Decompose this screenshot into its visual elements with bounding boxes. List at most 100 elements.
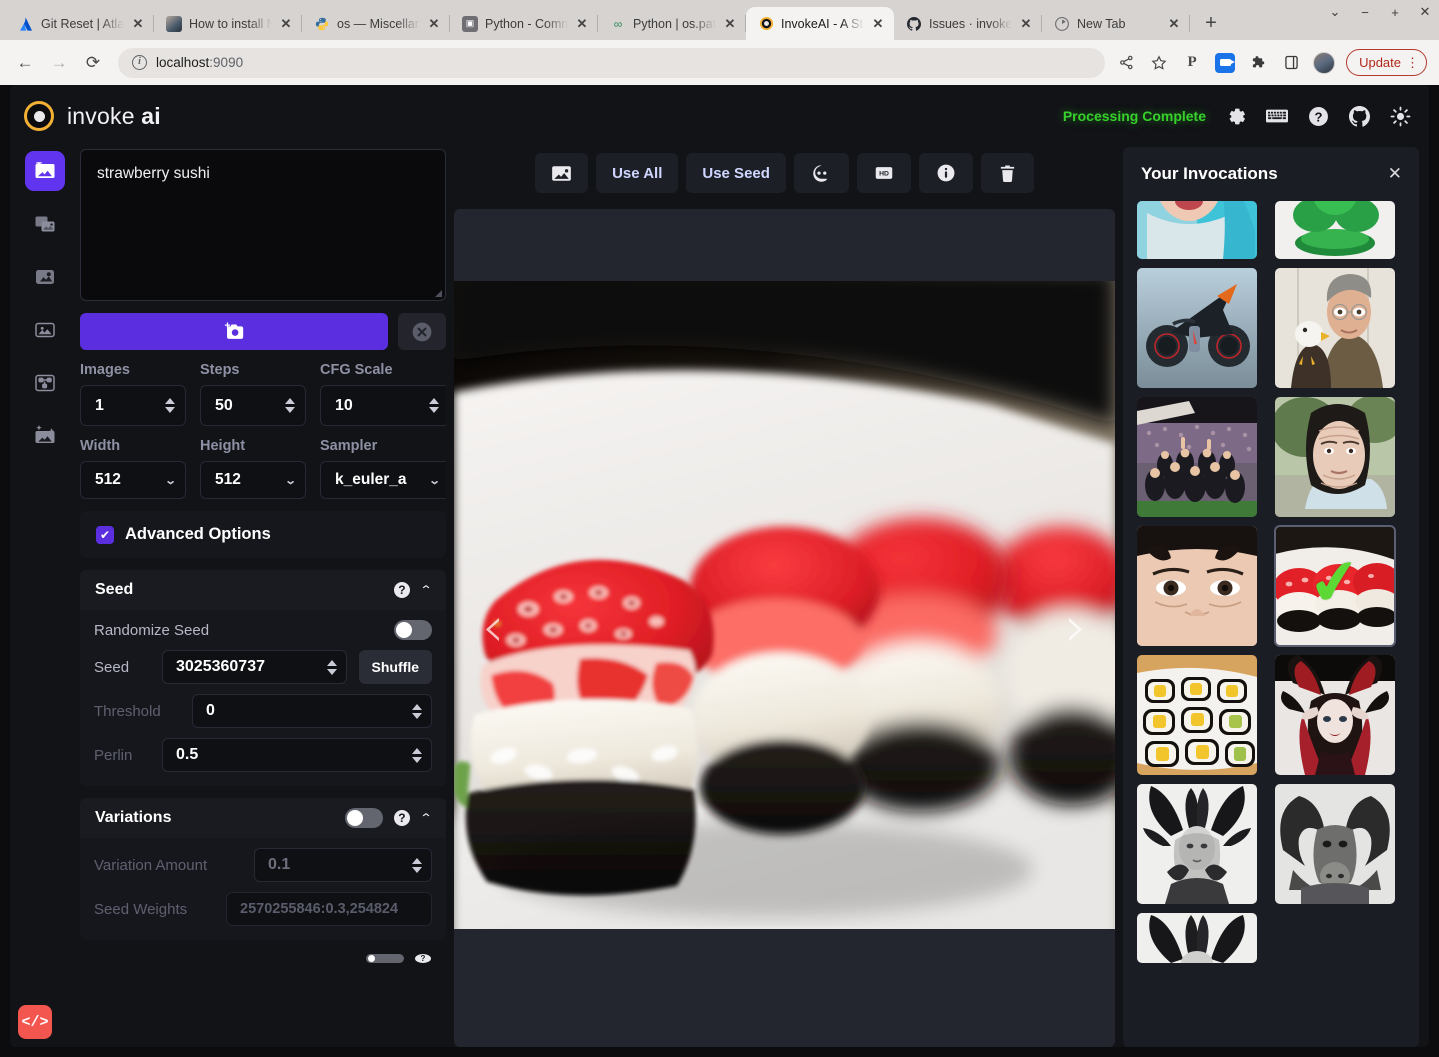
current-image[interactable] <box>454 281 1115 929</box>
site-info-icon[interactable]: i <box>132 55 147 70</box>
side-panel-icon[interactable] <box>1280 52 1302 74</box>
avatar[interactable] <box>1313 52 1335 74</box>
help-icon[interactable]: ? <box>394 582 410 598</box>
keyboard-icon[interactable] <box>1266 105 1288 127</box>
next-section-toggle[interactable] <box>366 954 404 963</box>
tab-close-icon[interactable]: ✕ <box>427 17 441 31</box>
height-select[interactable]: 512 ⌄ <box>200 461 306 499</box>
browser-tab-3[interactable]: ▣ Python - Comm ✕ <box>450 7 598 40</box>
back-button[interactable]: ← <box>10 48 40 78</box>
browser-tab-2[interactable]: os — Miscellane ✕ <box>302 7 450 40</box>
thumb-asian-man-face[interactable] <box>1137 526 1257 646</box>
browser-tab-1[interactable]: How to install N ✕ <box>154 7 302 40</box>
reload-button[interactable]: ⟳ <box>78 48 108 78</box>
puzzle-icon[interactable] <box>1247 52 1269 74</box>
embed-code-button[interactable]: </> <box>18 1005 52 1039</box>
width-select[interactable]: 512 ⌄ <box>80 461 186 499</box>
tab-close-icon[interactable]: ✕ <box>575 17 589 31</box>
steps-input[interactable]: 50 <box>200 385 306 426</box>
thumb-portrait-woman-chrome[interactable] <box>1137 201 1257 259</box>
help-icon[interactable]: ? <box>394 810 410 826</box>
cfg-scale-stepper[interactable] <box>429 398 439 413</box>
shuffle-seed-button[interactable]: Shuffle <box>359 650 432 684</box>
thumb-horned-sketch-partial[interactable] <box>1137 913 1257 963</box>
close-window-button[interactable]: ✕ <box>1417 4 1433 20</box>
tab-close-icon[interactable]: ✕ <box>1167 17 1181 31</box>
browser-tab-7[interactable]: New Tab ✕ <box>1042 7 1190 40</box>
images-input[interactable]: 1 <box>80 385 186 426</box>
browser-tab-4[interactable]: ∞ Python | os.pat ✕ <box>598 7 746 40</box>
thumb-horned-goat-sketch[interactable] <box>1275 784 1395 904</box>
sidebar-item-image-to-image[interactable] <box>25 204 65 244</box>
delete-image-button[interactable] <box>981 153 1034 193</box>
pocket-extension-icon[interactable]: P <box>1181 52 1203 74</box>
threshold-stepper[interactable] <box>412 704 422 719</box>
help-icon[interactable]: ? <box>415 954 431 963</box>
send-to-image-to-image-button[interactable] <box>535 153 588 193</box>
sampler-select[interactable]: k_euler_a ⌄ <box>320 461 446 499</box>
tab-search-icon[interactable]: ⌄ <box>1327 4 1343 20</box>
new-tab-button[interactable]: + <box>1197 9 1225 37</box>
thumb-man-with-eagle[interactable] <box>1275 268 1395 388</box>
cfg-scale-input[interactable]: 10 <box>320 385 446 426</box>
address-bar[interactable]: i localhost:9090 <box>118 48 1105 78</box>
use-all-button[interactable]: Use All <box>596 153 678 193</box>
chevron-up-icon[interactable]: ⌃ <box>419 583 432 597</box>
use-seed-button[interactable]: Use Seed <box>686 153 786 193</box>
perlin-input[interactable]: 0.5 <box>162 738 432 772</box>
seed-stepper[interactable] <box>327 660 337 675</box>
advanced-options-toggle[interactable]: ✔ Advanced Options <box>80 511 446 558</box>
variations-section-header[interactable]: Variations ? ⌃ <box>80 798 446 838</box>
thumb-futuristic-bike[interactable] <box>1137 268 1257 388</box>
maximize-button[interactable]: + <box>1387 5 1403 20</box>
help-circle-icon[interactable]: ? <box>1307 105 1329 127</box>
sidebar-item-inpainting[interactable] <box>25 257 65 297</box>
invoke-button[interactable] <box>80 313 388 350</box>
tab-close-icon[interactable]: ✕ <box>279 17 293 31</box>
variations-toggle[interactable] <box>345 808 383 828</box>
threshold-input[interactable]: 0 <box>192 694 432 728</box>
thumb-elderly-woman-portrait[interactable] <box>1275 397 1395 517</box>
thumb-strawberry-sushi[interactable]: ✔ <box>1275 526 1395 646</box>
share-icon[interactable] <box>1115 52 1137 74</box>
update-button[interactable]: Update ⋮ <box>1346 49 1427 76</box>
seed-section-header[interactable]: Seed ? ⌃ <box>80 570 446 610</box>
theme-sun-icon[interactable] <box>1389 105 1411 127</box>
seed-input[interactable]: 3025360737 <box>162 650 347 684</box>
image-details-button[interactable] <box>919 153 973 193</box>
tab-close-icon[interactable]: ✕ <box>871 17 885 31</box>
variation-amount-stepper[interactable] <box>412 858 422 873</box>
variation-amount-input[interactable]: 0.1 <box>254 848 432 882</box>
github-icon[interactable] <box>1348 105 1370 127</box>
steps-stepper[interactable] <box>285 398 295 413</box>
tab-close-icon[interactable]: ✕ <box>723 17 737 31</box>
perlin-stepper[interactable] <box>412 748 422 763</box>
advanced-options-checkbox[interactable]: ✔ <box>96 526 114 544</box>
minimize-button[interactable]: − <box>1357 5 1373 20</box>
next-image-button[interactable]: › <box>1049 600 1103 656</box>
browser-tab-5[interactable]: InvokeAI - A Sta ✕ <box>746 7 894 40</box>
tab-close-icon[interactable]: ✕ <box>131 17 145 31</box>
browser-tab-0[interactable]: Git Reset | Atlas ✕ <box>6 7 154 40</box>
thumb-green-glass-object[interactable] <box>1275 201 1395 259</box>
chevron-up-icon[interactable]: ⌃ <box>419 811 432 825</box>
sidebar-item-outpainting[interactable] <box>25 310 65 350</box>
app-logo-brand[interactable]: invoke ai <box>24 101 161 131</box>
randomize-seed-toggle[interactable] <box>394 620 432 640</box>
close-icon[interactable]: ✕ <box>1388 164 1402 184</box>
thumb-rugby-team-celebration[interactable] <box>1137 397 1257 517</box>
cancel-button[interactable] <box>398 313 446 350</box>
thumb-red-horned-woman[interactable] <box>1275 655 1395 775</box>
zoom-extension-icon[interactable] <box>1214 52 1236 74</box>
settings-gear-icon[interactable] <box>1225 105 1247 127</box>
sidebar-item-nodes[interactable] <box>25 363 65 403</box>
images-stepper[interactable] <box>165 398 175 413</box>
sidebar-item-postprocessing[interactable] <box>25 416 65 456</box>
thumb-horned-figure-sketch[interactable] <box>1137 784 1257 904</box>
sidebar-item-text-to-image[interactable] <box>25 151 65 191</box>
browser-menu-icon[interactable]: ⋮ <box>1406 58 1419 68</box>
browser-tab-6[interactable]: Issues · invoke-a ✕ <box>894 7 1042 40</box>
upscale-button[interactable]: HD <box>857 153 911 193</box>
seed-weights-input[interactable]: 2570255846:0.3,254824 <box>226 892 432 926</box>
prompt-input[interactable]: strawberry sushi <box>80 149 446 301</box>
